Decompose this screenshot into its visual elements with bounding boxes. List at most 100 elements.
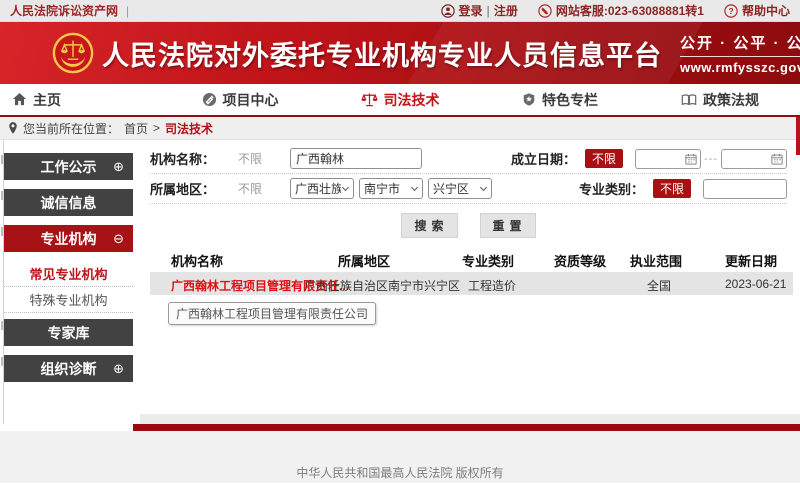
table-header-row: 机构名称 所属地区 专业类别 资质等级 执业范围 更新日期 (150, 246, 793, 272)
sidebar: 工作公示 ⊕ 诚信信息 专业机构 ⊖ 常见专业机构 特殊专业机构 专家库 (3, 140, 133, 424)
col-header-region: 所属地区 (338, 251, 390, 270)
search-button[interactable]: 搜索 (401, 213, 457, 238)
expand-icon[interactable]: ⊕ (113, 361, 124, 377)
founded-to-input[interactable] (721, 149, 787, 169)
location-pin-icon (8, 121, 18, 135)
nav-label: 特色专栏 (542, 90, 598, 110)
sidebar-subitem-label: 常见专业机构 (29, 264, 107, 283)
city-select[interactable]: 南宁市 (359, 178, 423, 199)
shield-star-icon (522, 92, 536, 107)
nav-label: 项目中心 (223, 90, 279, 110)
sidebar-item-expert-library[interactable]: 专家库 (4, 319, 133, 346)
reset-button[interactable]: 重置 (480, 213, 536, 238)
sidebar-item-professional-orgs[interactable]: 专业机构 ⊖ (4, 225, 133, 252)
search-form: 机构名称： 不限 成立日期： 不限 --- (140, 140, 795, 238)
sidebar-item-label: 专业机构 (41, 229, 97, 249)
tooltip: 广西翰林工程项目管理有限责任公司 (168, 302, 376, 325)
site-url: www.rmfysszc.gov.cn (680, 56, 800, 75)
org-name-input[interactable] (290, 148, 422, 169)
city-value: 南宁市 (364, 180, 410, 197)
province-select[interactable]: 广西壮族自治 (290, 178, 354, 199)
sidebar-item-label: 专家库 (48, 323, 90, 343)
register-link[interactable]: 注册 (494, 2, 518, 19)
main-panel: 机构名称： 不限 成立日期： 不限 --- (140, 140, 795, 424)
sidebar-item-org-diagnosis[interactable]: 组织诊断 ⊕ (4, 355, 133, 382)
topbar: 人民法院诉讼资产网 | 登录 | 注册 网站客服:023-63088881转1 … (0, 0, 800, 22)
court-emblem-logo (52, 32, 94, 74)
help-icon: ? (724, 4, 738, 18)
org-name-unlimited[interactable]: 不限 (238, 150, 290, 167)
category-input[interactable] (703, 179, 787, 199)
nav-item-featured-column[interactable]: 特色专栏 (480, 90, 640, 110)
founded-unlimited-button[interactable]: 不限 (585, 149, 623, 168)
book-icon (681, 93, 697, 107)
results-table: 机构名称 所属地区 专业类别 资质等级 执业范围 更新日期 广西翰林工程项目管理… (150, 246, 793, 295)
nav-item-home[interactable]: 主页 (0, 90, 160, 110)
user-icon (441, 4, 455, 18)
nav-item-project-center[interactable]: 项目中心 (160, 90, 320, 110)
sidebar-item-work-publicity[interactable]: 工作公示 ⊕ (4, 153, 133, 180)
banner-slogan-block: 公开 · 公平 · 公正 www.rmfysszc.gov.cn (680, 32, 800, 75)
form-row-2: 所属地区： 不限 广西壮族自治 南宁市 兴宁区 专业 (150, 174, 787, 204)
table-row: 广西翰林工程项目管理有限责任... 广西壮族自治区南宁市兴宁区 工程造价 全国 … (150, 272, 793, 295)
breadcrumb-prefix: 您当前所在位置： (23, 120, 119, 137)
right-edge-accent (796, 117, 800, 155)
calendar-icon (771, 153, 783, 165)
bottom-red-bar (133, 424, 800, 431)
col-header-org-name: 机构名称 (171, 251, 223, 270)
login-divider: | (487, 4, 490, 18)
region-unlimited[interactable]: 不限 (238, 180, 290, 197)
col-header-grade: 资质等级 (554, 251, 606, 270)
cell-updated: 2023-06-21 (725, 277, 786, 291)
bottom-bar-row (0, 424, 800, 431)
breadcrumb-separator: > (153, 121, 160, 135)
content-area: 工作公示 ⊕ 诚信信息 专业机构 ⊖ 常见专业机构 特殊专业机构 专家库 (0, 140, 800, 424)
founded-from-input[interactable] (635, 149, 701, 169)
expand-icon[interactable]: ⊕ (113, 159, 124, 175)
chevron-down-icon (480, 184, 487, 191)
chevron-down-icon (342, 184, 349, 191)
help-link[interactable]: 帮助中心 (742, 2, 790, 19)
nav-label: 主页 (33, 90, 61, 110)
province-value: 广西壮族自治 (295, 180, 341, 197)
district-select[interactable]: 兴宁区 (428, 178, 492, 199)
col-header-category: 专业类别 (462, 251, 514, 270)
org-name-label: 机构名称： (150, 149, 238, 168)
asset-site-link[interactable]: 人民法院诉讼资产网 (10, 2, 118, 19)
help-group: ? 帮助中心 (724, 2, 790, 19)
nav-label: 司法技术 (384, 90, 440, 110)
panel-footer-strip (140, 414, 800, 424)
svg-text:?: ? (728, 6, 733, 16)
date-range-separator: --- (704, 153, 718, 165)
col-header-updated: 更新日期 (725, 251, 777, 270)
chevron-down-icon (411, 184, 418, 191)
category-unlimited-button[interactable]: 不限 (653, 179, 691, 198)
form-row-1: 机构名称： 不限 成立日期： 不限 --- (150, 144, 787, 174)
region-label: 所属地区： (150, 179, 238, 198)
category-label: 专业类别： (579, 179, 653, 198)
nav-item-judicial-tech[interactable]: 司法技术 (320, 90, 480, 110)
sidebar-subitem-special-orgs[interactable]: 特殊专业机构 (4, 287, 133, 313)
form-actions: 搜索 重置 (150, 213, 787, 238)
login-group: 登录 | 注册 (441, 2, 518, 19)
calendar-icon (685, 153, 697, 165)
page-title: 人民法院对外委托专业机构专业人员信息平台 (102, 34, 662, 73)
login-link[interactable]: 登录 (459, 2, 483, 19)
copyright-text: 中华人民共和国最高人民法院 版权所有 (296, 466, 503, 480)
main-nav: 主页 项目中心 司法技术 特色专栏 政策法规 (0, 84, 800, 117)
breadcrumb-home-link[interactable]: 首页 (124, 120, 148, 137)
col-header-scope: 执业范围 (630, 251, 682, 270)
nav-item-policy[interactable]: 政策法规 (640, 90, 800, 110)
sidebar-subitem-label: 特殊专业机构 (29, 290, 107, 309)
sidebar-item-integrity-info[interactable]: 诚信信息 (4, 189, 133, 216)
sidebar-submenu: 常见专业机构 特殊专业机构 (4, 261, 133, 313)
home-icon (12, 92, 27, 107)
sidebar-subitem-common-orgs[interactable]: 常见专业机构 (4, 261, 133, 287)
collapse-icon[interactable]: ⊖ (113, 231, 124, 247)
bottom-bar-spacer (0, 424, 133, 431)
breadcrumb-current: 司法技术 (165, 120, 213, 137)
page: 人民法院诉讼资产网 | 登录 | 注册 网站客服:023-63088881转1 … (0, 0, 800, 484)
phone-icon (538, 4, 552, 18)
cell-region: 广西壮族自治区南宁市兴宁区 (304, 277, 460, 294)
service-phone: 网站客服:023-63088881转1 (556, 2, 704, 19)
